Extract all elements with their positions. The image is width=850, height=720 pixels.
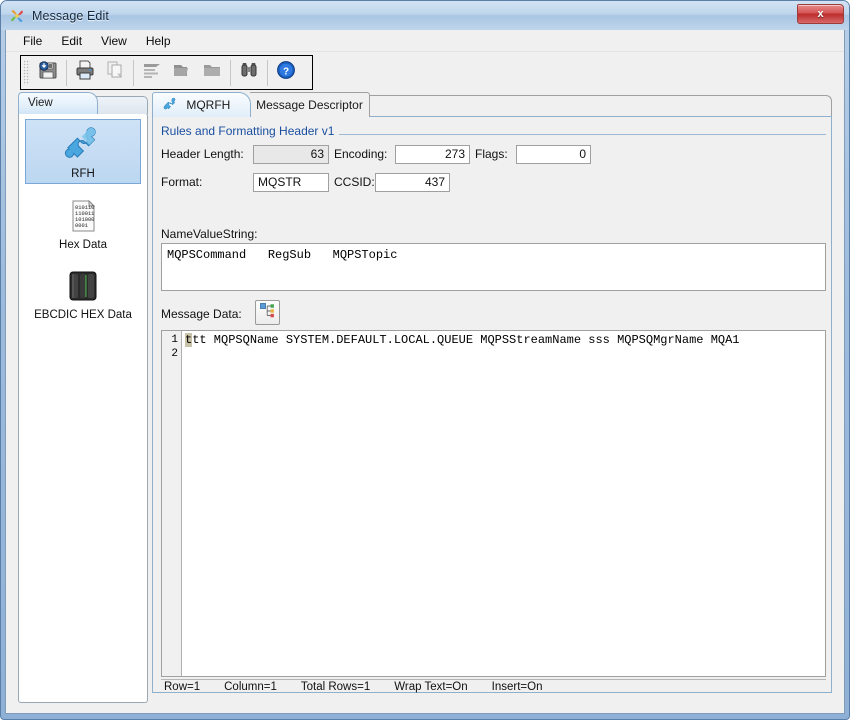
copy-icon (104, 59, 126, 86)
flags-label: Flags: (475, 147, 508, 161)
body-area: RFH 010110 110011 101000 0001 Hex Data E… (6, 92, 844, 712)
tab-message-descriptor[interactable]: Message Descriptor (250, 92, 370, 117)
editor-line-numbers: 12 (162, 331, 182, 676)
message-data-label: Message Data: (161, 307, 242, 321)
find-button[interactable] (234, 58, 264, 88)
status-wrap-text: Wrap Text=On (394, 681, 468, 693)
save-icon (37, 59, 59, 86)
menu-bar: File Edit View Help (6, 30, 844, 52)
save-button[interactable] (33, 58, 63, 88)
header-length-label: Header Length: (161, 147, 244, 161)
view-tab-filler (96, 96, 148, 114)
binoculars-icon (238, 59, 260, 86)
tab-view[interactable]: View (18, 92, 98, 114)
toolbar-area: ? (6, 52, 844, 92)
flags-field[interactable]: 0 (516, 145, 591, 164)
ccsid-label: CCSID: (334, 175, 375, 189)
menu-item-edit[interactable]: Edit (52, 32, 91, 50)
toolbar-separator (267, 59, 268, 86)
toolbar-grip[interactable] (23, 60, 30, 85)
mqrfh-panel: Rules and Formatting Header v1 Header Le… (152, 116, 832, 693)
client-area: File Edit View Help ? RFH 010110 110011 … (5, 30, 845, 714)
editor-line-1: tt MQPSQName SYSTEM.DEFAULT.LOCAL.QUEUE … (192, 333, 740, 347)
format-field[interactable]: MQSTR (253, 173, 329, 192)
puzzle-piece-icon (63, 125, 103, 165)
toolbar-separator (133, 59, 134, 86)
line-number: 1 (171, 334, 178, 346)
help-button[interactable]: ? (271, 58, 301, 88)
line-number: 2 (171, 348, 178, 360)
menu-item-help[interactable]: Help (137, 32, 180, 50)
encoding-field[interactable]: 273 (395, 145, 470, 164)
svg-text:?: ? (283, 66, 289, 77)
window-title: Message Edit (32, 8, 109, 23)
tab-mqrfh[interactable]: MQRFH (152, 92, 251, 117)
namevaluestring-label: NameValueString: (161, 227, 258, 241)
sidebar-item-rfh[interactable]: RFH (25, 119, 141, 184)
toolbar: ? (20, 55, 313, 90)
svg-text:0001: 0001 (75, 223, 88, 229)
close-icon: x (817, 8, 824, 20)
message-data-editor[interactable]: 12 ttt MQPSQName SYSTEM.DEFAULT.LOCAL.QU… (161, 330, 826, 677)
folder-open-button[interactable] (167, 58, 197, 88)
help-icon: ? (275, 59, 297, 86)
structure-tree-icon (259, 302, 276, 324)
title-bar: Message Edit x (1, 1, 849, 30)
tape-drive-icon (63, 266, 103, 306)
application-window: Message Edit x File Edit View Help ? RFH… (0, 0, 850, 720)
toolbar-separator (230, 59, 231, 86)
status-total-rows: Total Rows=1 (300, 681, 371, 693)
editor-content[interactable]: ttt MQPSQName SYSTEM.DEFAULT.LOCAL.QUEUE… (182, 331, 825, 676)
pinwheel-icon (9, 8, 25, 24)
folder-icon (201, 59, 223, 86)
format-label: Format: (161, 175, 203, 189)
print-button[interactable] (70, 58, 100, 88)
folder-open-icon (171, 59, 193, 86)
tab-label: MQRFH (186, 98, 231, 112)
close-button[interactable]: x (797, 4, 844, 24)
encoding-label: Encoding: (334, 147, 388, 161)
sidebar-item-label: Hex Data (59, 239, 107, 251)
group-title: Rules and Formatting Header v1 (161, 124, 340, 138)
sidebar-item-label: RFH (71, 168, 95, 180)
puzzle-piece-icon (162, 96, 179, 111)
menu-item-file[interactable]: File (14, 32, 51, 50)
editor-status-bar: Row=1 Column=1 Total Rows=1 Wrap Text=On… (161, 679, 826, 694)
tabstrip: Message Descriptor MQRFH (152, 92, 832, 117)
print-icon (74, 59, 96, 86)
toolbar-separator (66, 59, 67, 86)
sidebar-item-label: EBCDIC HEX Data (34, 309, 132, 321)
tab-filler (369, 95, 832, 117)
copy-button[interactable] (100, 58, 130, 88)
namevaluestring-textarea[interactable]: MQPSCommand RegSub MQPSTopic (161, 243, 826, 291)
view-panel-tabstrip: View (18, 92, 148, 114)
sidebar-item-ebcdic-hex-data[interactable]: EBCDIC HEX Data (25, 261, 141, 324)
align-left-icon (141, 59, 163, 86)
message-data-structure-button[interactable] (255, 300, 280, 325)
detail-pane: Message Descriptor MQRFH Rules and Forma… (152, 92, 832, 704)
header-length-field[interactable]: 63 (253, 145, 329, 164)
status-row: Row=1 (164, 681, 201, 693)
sidebar-item-hex-data[interactable]: 010110 110011 101000 0001 Hex Data (25, 191, 141, 254)
view-panel: RFH 010110 110011 101000 0001 Hex Data E… (18, 113, 148, 703)
binary-page-icon: 010110 110011 101000 0001 (63, 196, 103, 236)
status-column: Column=1 (224, 681, 277, 693)
ccsid-field[interactable]: 437 (375, 173, 450, 192)
format-button[interactable] (137, 58, 167, 88)
status-insert: Insert=On (491, 681, 543, 693)
menu-item-view[interactable]: View (92, 32, 136, 50)
folder-button[interactable] (197, 58, 227, 88)
